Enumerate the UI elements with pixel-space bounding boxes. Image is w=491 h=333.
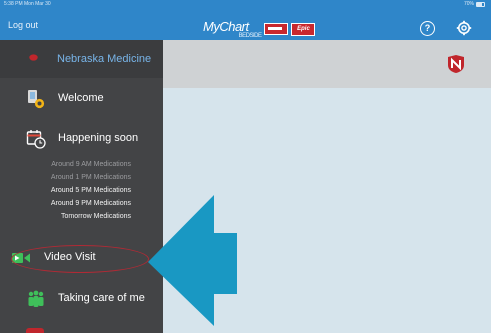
sidebar: Nebraska Medicine Welcome Happening soon… [0,40,163,333]
sidebar-item-happening-soon[interactable]: Happening soon [0,124,163,154]
welcome-icon [28,90,45,109]
status-battery: 70% [464,0,485,8]
top-bar: Log out MyChartBEDSIDE Epic ? [0,8,491,40]
organization-header[interactable]: Nebraska Medicine [0,40,163,78]
heart-icon [29,54,38,61]
epic-logo: Epic [291,22,316,36]
nebraska-medicine-logo-icon [448,55,464,73]
main-content [163,88,491,333]
status-time: 5:38 PM Mon Mar 30 [4,1,51,7]
sidebar-item-taking-care-of-me[interactable]: Taking care of me [0,284,163,314]
sidebar-item-label: Taking care of me [58,292,145,304]
logout-button[interactable]: Log out [8,8,38,42]
list-item[interactable]: Tomorrow Medications [61,213,131,220]
battery-percent: 70% [463,1,474,7]
main-panel [163,40,491,333]
sidebar-item-label: Welcome [58,92,104,104]
list-item[interactable]: Around 9 AM Medications [51,161,131,168]
main-header [163,40,491,88]
next-item-icon-partial [26,328,44,333]
battery-icon [476,1,485,7]
mychart-bedside-logo: MyChartBEDSIDE Epic [203,19,316,39]
brand-name: MyChartBEDSIDE [203,19,262,39]
status-bar: 5:38 PM Mon Mar 30 70% [0,0,491,8]
flag-icon [264,23,289,35]
list-item[interactable]: Around 5 PM Medications [51,187,131,194]
list-item[interactable]: Around 9 PM Medications [51,200,131,207]
care-team-icon [28,290,44,307]
list-item[interactable]: Around 1 PM Medications [51,174,131,181]
sidebar-item-label: Happening soon [58,132,139,144]
calendar-clock-icon [26,130,46,149]
organization-name: Nebraska Medicine [57,53,152,65]
settings-gear-icon[interactable] [456,20,472,36]
help-button[interactable]: ? [420,21,435,36]
highlight-ellipse [11,245,149,273]
sidebar-item-welcome[interactable]: Welcome [0,84,163,114]
